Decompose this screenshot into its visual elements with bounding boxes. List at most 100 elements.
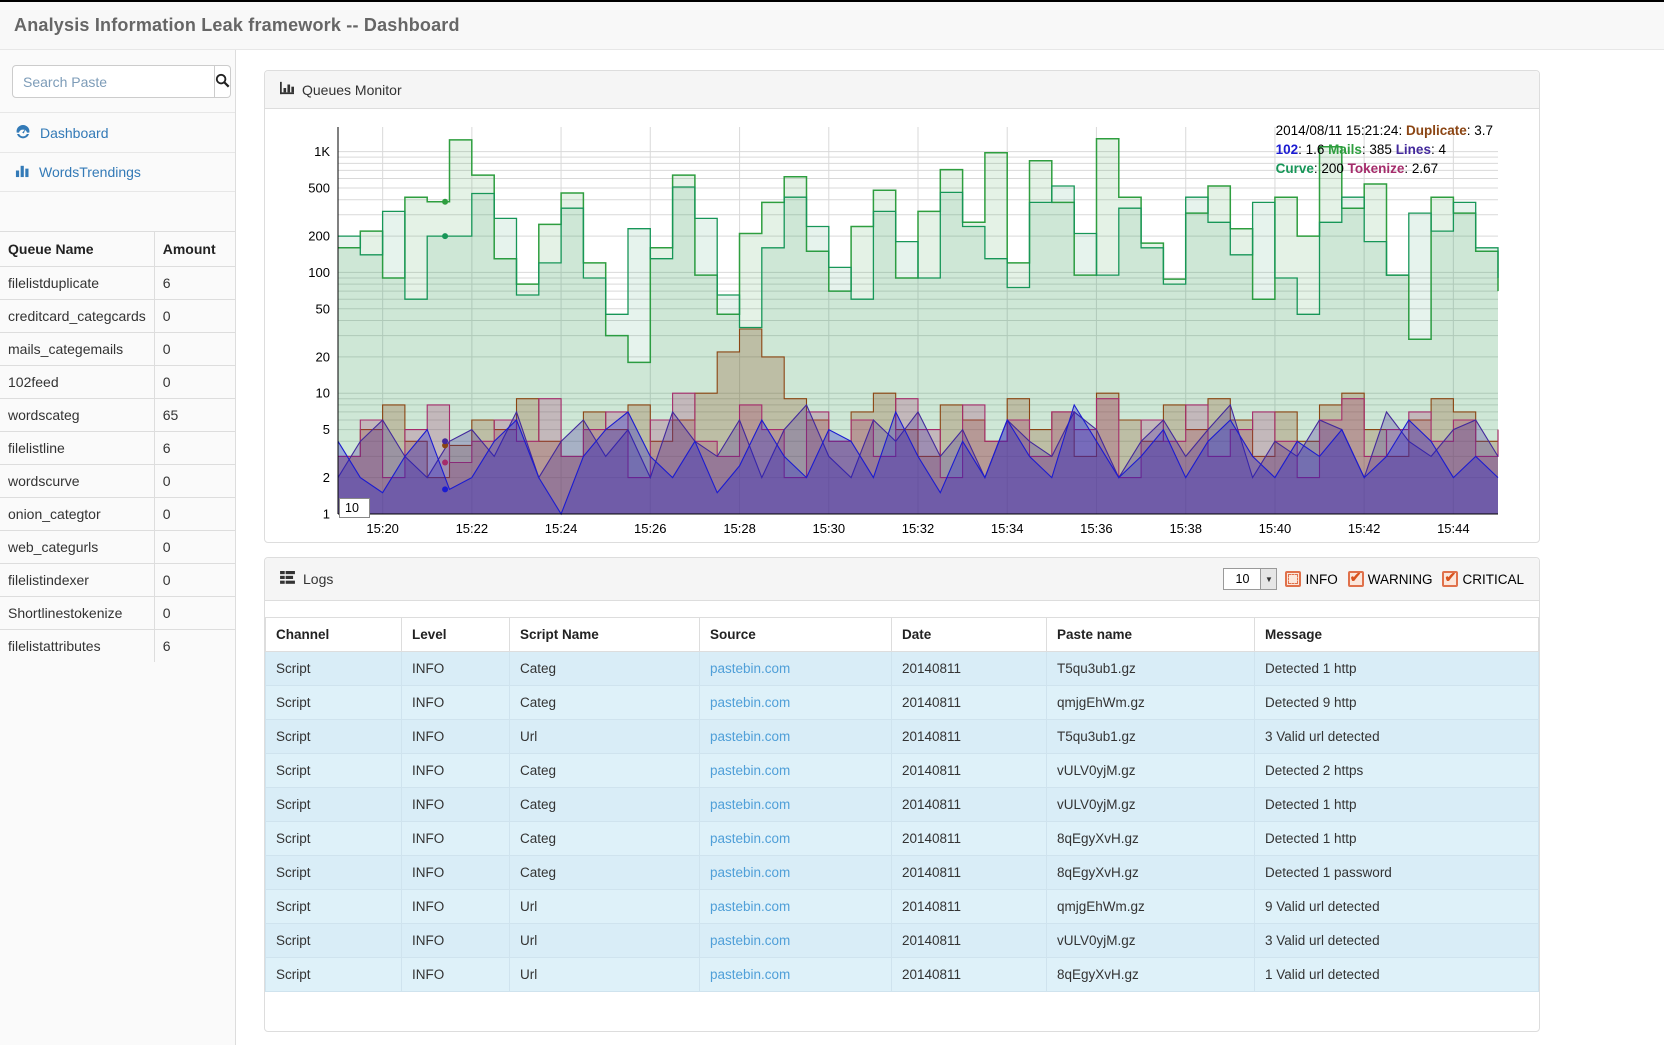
queue-name-cell: mails_categemails bbox=[0, 333, 154, 366]
queue-amount-cell: 0 bbox=[154, 366, 235, 399]
source-link[interactable]: pastebin.com bbox=[710, 865, 790, 880]
svg-text:2: 2 bbox=[323, 470, 330, 485]
queue-row: onion_categtor0 bbox=[0, 498, 235, 531]
svg-text:500: 500 bbox=[308, 181, 330, 196]
log-cell-channel: Script bbox=[266, 720, 402, 754]
log-cell-channel: Script bbox=[266, 890, 402, 924]
log-cell-date: 20140811 bbox=[892, 924, 1047, 958]
log-cell-script: Url bbox=[510, 720, 700, 754]
log-cell-date: 20140811 bbox=[892, 788, 1047, 822]
queue-table-body: filelistduplicate6creditcard_categcards0… bbox=[0, 267, 235, 663]
svg-text:15:34: 15:34 bbox=[991, 521, 1024, 536]
search-icon bbox=[215, 73, 230, 91]
legend-line: 2014/08/11 15:21:24: Duplicate: 3.7 bbox=[1276, 121, 1493, 140]
queue-amount-cell: 0 bbox=[154, 333, 235, 366]
svg-text:50: 50 bbox=[316, 301, 330, 316]
log-cell-paste: T5qu3ub1.gz bbox=[1047, 720, 1255, 754]
queues-monitor-header: Queues Monitor bbox=[265, 71, 1539, 109]
source-link[interactable]: pastebin.com bbox=[710, 695, 790, 710]
log-cell-message: 3 Valid url detected bbox=[1255, 720, 1539, 754]
queue-name-cell: onion_categtor bbox=[0, 498, 154, 531]
queue-row: Shortlinestokenize0 bbox=[0, 597, 235, 630]
search-row bbox=[12, 65, 223, 98]
source-link[interactable]: pastebin.com bbox=[710, 763, 790, 778]
queue-amount-cell: 0 bbox=[154, 531, 235, 564]
filter-label: CRITICAL bbox=[1462, 572, 1524, 587]
search-input[interactable] bbox=[12, 65, 215, 98]
svg-text:15:42: 15:42 bbox=[1348, 521, 1381, 536]
queue-amount-cell: 0 bbox=[154, 300, 235, 333]
app-window: Analysis Information Leak framework -- D… bbox=[0, 0, 1664, 1045]
roller-period-input[interactable]: 10 bbox=[339, 498, 370, 518]
dashboard-gauge-icon bbox=[15, 123, 31, 142]
queue-name-cell: filelistindexer bbox=[0, 564, 154, 597]
log-cell-level: INFO bbox=[402, 754, 510, 788]
logs-list-icon bbox=[280, 571, 295, 587]
queue-name-cell: web_categurls bbox=[0, 531, 154, 564]
log-cell-script: Url bbox=[510, 890, 700, 924]
log-cell-script: Url bbox=[510, 924, 700, 958]
svg-text:1K: 1K bbox=[314, 144, 330, 159]
source-link[interactable]: pastebin.com bbox=[710, 729, 790, 744]
filter-info[interactable]: INFO bbox=[1285, 571, 1337, 587]
search-button[interactable] bbox=[215, 65, 231, 98]
queue-row: filelistduplicate6 bbox=[0, 267, 235, 300]
filter-label: INFO bbox=[1305, 572, 1337, 587]
logs-header-source: Source bbox=[700, 618, 892, 652]
queue-row: wordscurve0 bbox=[0, 465, 235, 498]
svg-text:15:20: 15:20 bbox=[366, 521, 399, 536]
logs-panel: Logs 10 ▼ INFO WARNING CRITICAL bbox=[264, 557, 1540, 1032]
queue-name-cell: Shortlinestokenize bbox=[0, 597, 154, 630]
logs-table-body: ScriptINFOCategpastebin.com20140811T5qu3… bbox=[266, 652, 1539, 992]
log-cell-message: Detected 9 http bbox=[1255, 686, 1539, 720]
bar-chart-icon bbox=[15, 163, 30, 181]
svg-text:15:28: 15:28 bbox=[723, 521, 756, 536]
source-link[interactable]: pastebin.com bbox=[710, 831, 790, 846]
page-size-select[interactable]: 10 ▼ bbox=[1223, 568, 1277, 590]
source-link[interactable]: pastebin.com bbox=[710, 661, 790, 676]
svg-text:10: 10 bbox=[316, 386, 330, 401]
sidebar-item-label: Dashboard bbox=[40, 125, 109, 141]
log-cell-paste: T5qu3ub1.gz bbox=[1047, 652, 1255, 686]
svg-text:15:40: 15:40 bbox=[1259, 521, 1292, 536]
log-cell-level: INFO bbox=[402, 958, 510, 992]
queue-row: wordscateg65 bbox=[0, 399, 235, 432]
log-cell-channel: Script bbox=[266, 924, 402, 958]
checkbox-checked-icon[interactable] bbox=[1442, 571, 1458, 587]
queue-name-cell: 102feed bbox=[0, 366, 154, 399]
log-cell-paste: 8qEgyXvH.gz bbox=[1047, 856, 1255, 890]
queue-table-header-amount: Amount bbox=[154, 232, 235, 267]
filter-warning[interactable]: WARNING bbox=[1348, 571, 1433, 587]
filter-critical[interactable]: CRITICAL bbox=[1442, 571, 1524, 587]
log-cell-paste: 8qEgyXvH.gz bbox=[1047, 958, 1255, 992]
source-link[interactable]: pastebin.com bbox=[710, 933, 790, 948]
log-cell-source: pastebin.com bbox=[700, 890, 892, 924]
svg-text:15:22: 15:22 bbox=[456, 521, 489, 536]
logs-header-script: Script Name bbox=[510, 618, 700, 652]
svg-text:200: 200 bbox=[308, 229, 330, 244]
logs-header-message: Message bbox=[1255, 618, 1539, 652]
queue-amount-cell: 6 bbox=[154, 432, 235, 465]
logs-title: Logs bbox=[303, 571, 333, 587]
sidebar-item-wordstrendings[interactable]: WordsTrendings bbox=[0, 153, 235, 192]
log-cell-source: pastebin.com bbox=[700, 720, 892, 754]
log-cell-script: Categ bbox=[510, 686, 700, 720]
checkbox-checked-icon[interactable] bbox=[1348, 571, 1364, 587]
log-cell-source: pastebin.com bbox=[700, 924, 892, 958]
log-cell-paste: vULV0yjM.gz bbox=[1047, 754, 1255, 788]
queue-name-cell: creditcard_categcards bbox=[0, 300, 154, 333]
source-link[interactable]: pastebin.com bbox=[710, 899, 790, 914]
queue-table-header-name: Queue Name bbox=[0, 232, 154, 267]
log-cell-source: pastebin.com bbox=[700, 788, 892, 822]
source-link[interactable]: pastebin.com bbox=[710, 797, 790, 812]
log-level-filters: INFO WARNING CRITICAL bbox=[1285, 571, 1524, 587]
log-cell-date: 20140811 bbox=[892, 822, 1047, 856]
log-cell-paste: qmjgEhWm.gz bbox=[1047, 890, 1255, 924]
source-link[interactable]: pastebin.com bbox=[710, 967, 790, 982]
log-cell-script: Categ bbox=[510, 652, 700, 686]
checkbox-unchecked-icon[interactable] bbox=[1285, 571, 1301, 587]
queue-row: creditcard_categcards0 bbox=[0, 300, 235, 333]
queue-row: mails_categemails0 bbox=[0, 333, 235, 366]
sidebar-item-dashboard[interactable]: Dashboard bbox=[0, 113, 235, 153]
log-cell-level: INFO bbox=[402, 890, 510, 924]
